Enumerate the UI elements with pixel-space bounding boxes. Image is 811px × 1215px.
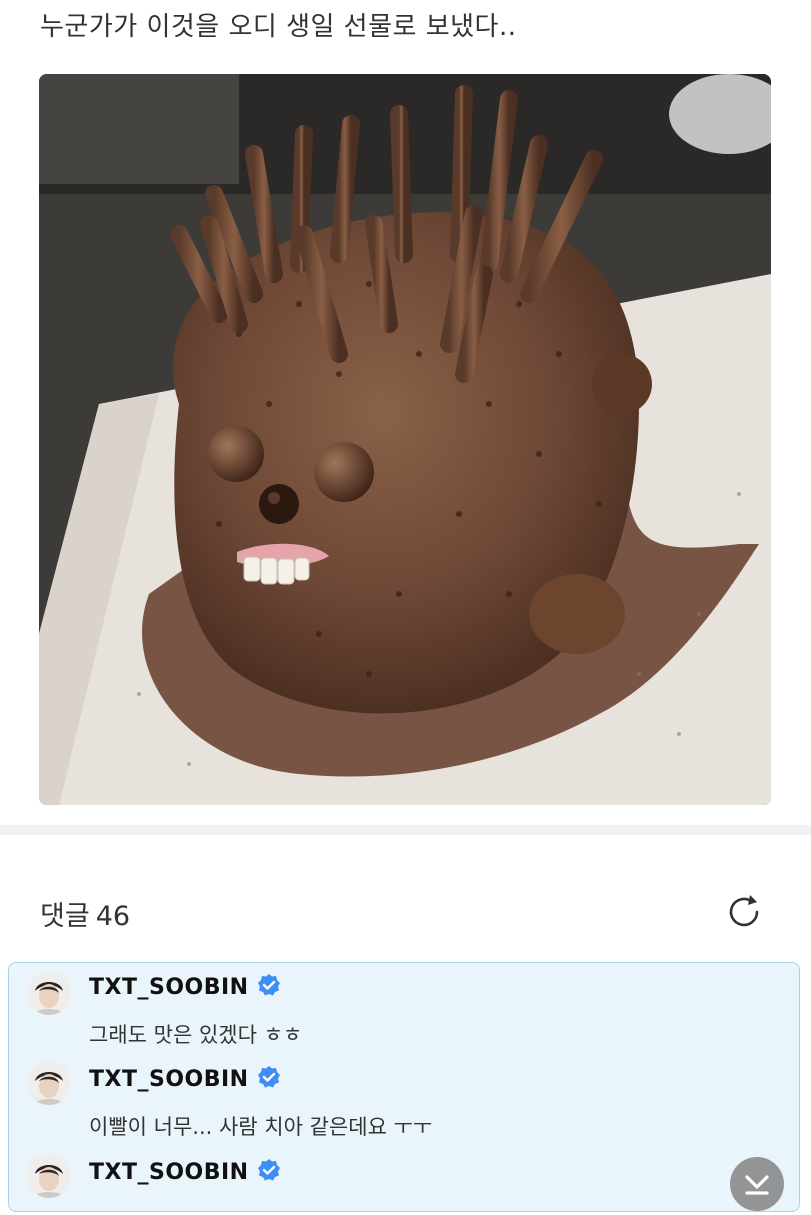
avatar[interactable]	[27, 1154, 71, 1198]
verified-badge-icon	[257, 1066, 280, 1088]
avatar-image	[27, 971, 71, 1015]
refresh-icon	[729, 895, 759, 927]
comment-username[interactable]: TXT_SOOBIN	[89, 1065, 281, 1092]
comment-username[interactable]: TXT_SOOBIN	[89, 973, 281, 1000]
post-title: 누군가가 이것을 오디 생일 선물로 보냈다..	[40, 12, 517, 42]
comments-label: 댓글	[40, 901, 90, 932]
section-divider	[0, 825, 811, 835]
post-image-hedgehog-cake[interactable]	[39, 74, 771, 805]
verified-badge-icon	[257, 1159, 280, 1181]
comments-header: 댓글 46	[40, 894, 130, 933]
avatar-image	[27, 1154, 71, 1198]
avatar[interactable]	[27, 1061, 71, 1105]
verified-badge-icon	[257, 974, 280, 996]
comment-username[interactable]: TXT_SOOBIN	[89, 1158, 281, 1185]
comment-text: 이빨이 너무... 사람 치아 같은데요 ㅜㅜ	[89, 1115, 433, 1139]
comment-list: TXT_SOOBIN 그래도 맛은 있겠다 ㅎㅎ TXT_SOOBIN 이빨이 …	[8, 962, 800, 1212]
chevron-down-icon	[745, 1175, 769, 1195]
comment-text: 그래도 맛은 있겠다 ㅎㅎ	[89, 1023, 303, 1047]
scroll-to-bottom-button[interactable]	[730, 1157, 784, 1211]
refresh-button[interactable]	[724, 892, 764, 932]
avatar[interactable]	[27, 971, 71, 1015]
avatar-image	[27, 1061, 71, 1105]
comments-count: 46	[95, 901, 131, 932]
cake-photo-illustration	[39, 74, 771, 805]
